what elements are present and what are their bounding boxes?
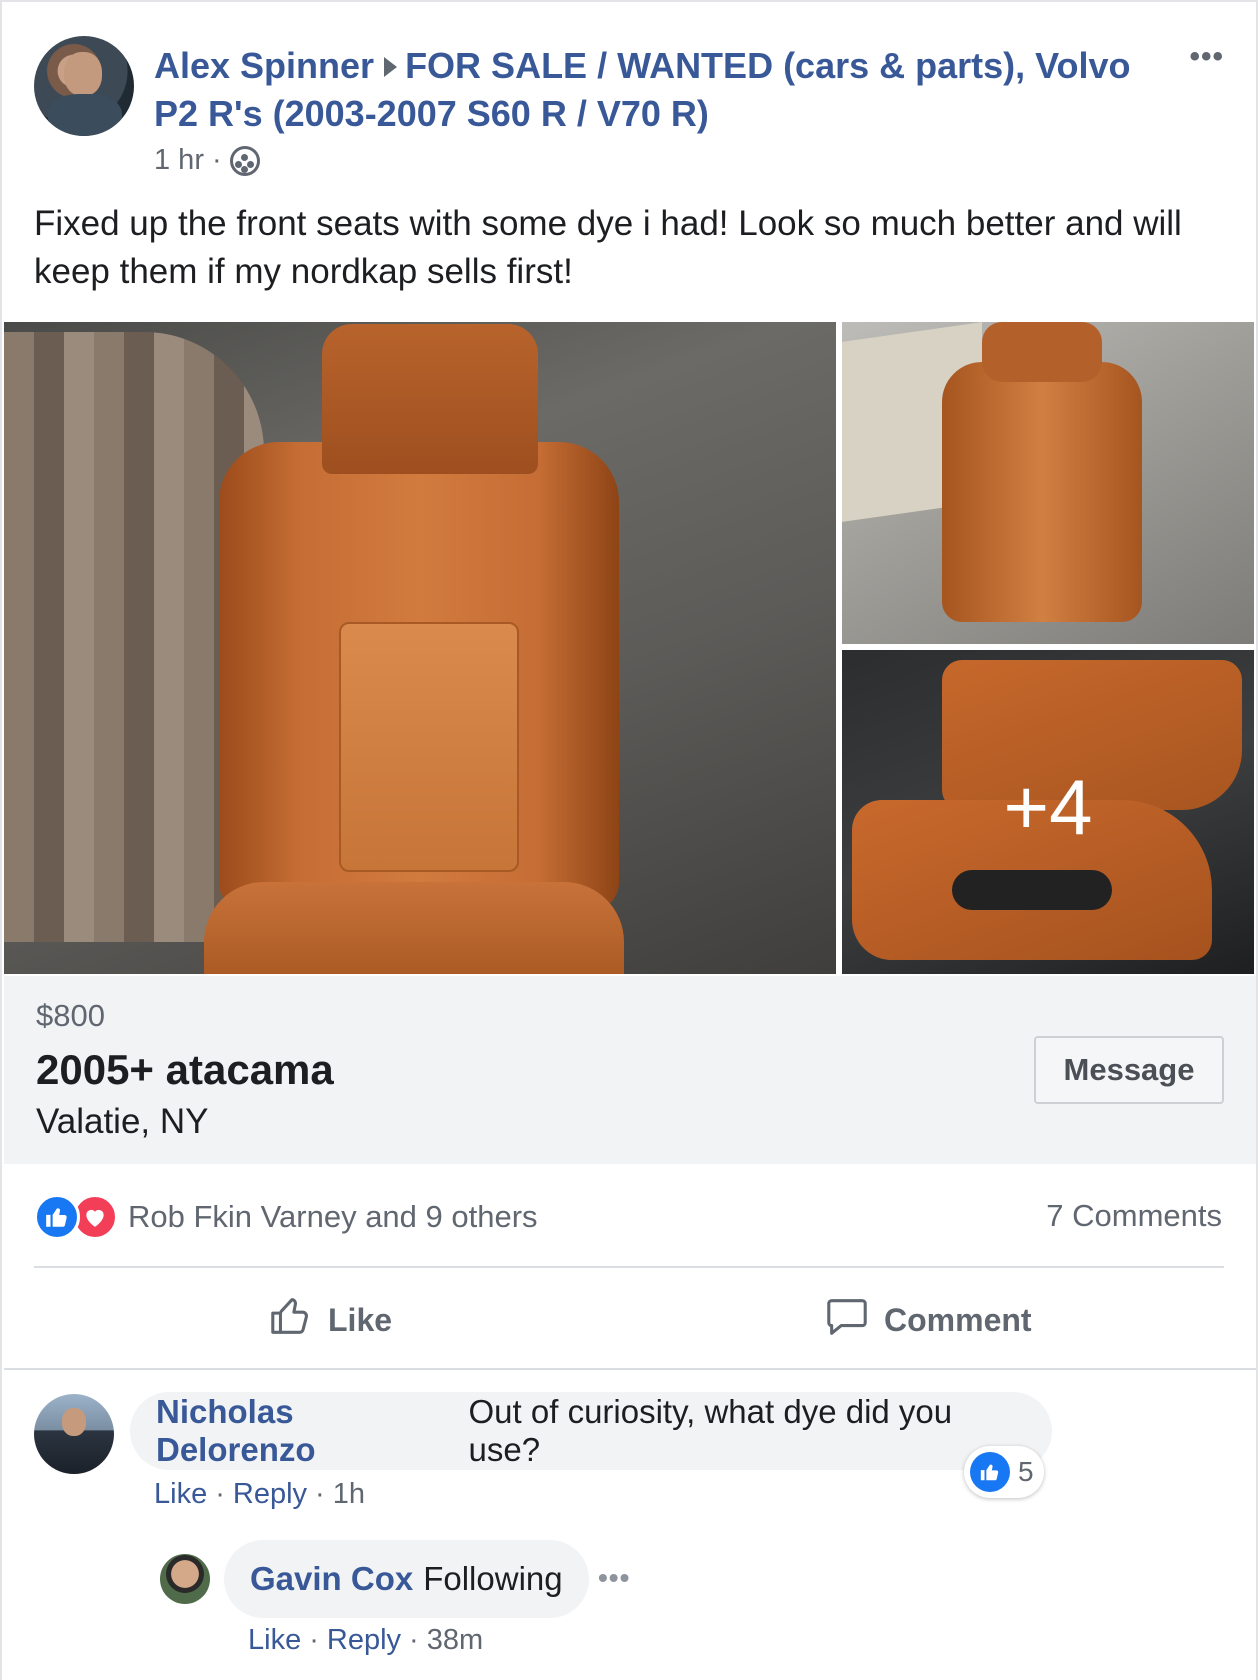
- thumbs-up-icon: [268, 1293, 314, 1347]
- comment-reaction-badge[interactable]: 5: [964, 1446, 1044, 1498]
- separator: ·: [315, 1478, 325, 1510]
- comment-bubble: Nicholas Delorenzo Out of curiosity, wha…: [130, 1392, 1052, 1470]
- commenter-avatar[interactable]: [160, 1554, 210, 1604]
- divider: [34, 1266, 1224, 1268]
- post-photo-3[interactable]: +4: [842, 650, 1254, 974]
- comment-reply-link[interactable]: Reply: [233, 1478, 307, 1511]
- separator: ·: [409, 1624, 419, 1656]
- separator: ·: [215, 1478, 225, 1510]
- author-name-link[interactable]: Alex Spinner: [154, 45, 374, 86]
- commenter-name-link[interactable]: Gavin Cox: [250, 1560, 413, 1598]
- comment-text: Out of curiosity, what dye did you use?: [468, 1393, 953, 1468]
- message-button[interactable]: Message: [1034, 1036, 1224, 1104]
- commenter-avatar[interactable]: [34, 1394, 114, 1474]
- listing-price: $800: [36, 998, 105, 1033]
- reaction-summary[interactable]: Rob Fkin Varney and 9 others: [34, 1194, 538, 1240]
- comment-text: Following: [423, 1560, 563, 1597]
- post-photo-main[interactable]: [4, 322, 836, 974]
- comment-actions: Like · Reply · 1h: [154, 1478, 365, 1511]
- reactors-text[interactable]: Rob Fkin Varney and 9 others: [128, 1199, 538, 1235]
- comment-like-link[interactable]: Like: [154, 1478, 207, 1511]
- post-timestamp[interactable]: 1 hr: [154, 144, 204, 177]
- meta-separator: ·: [211, 144, 222, 176]
- more-options-icon[interactable]: •••: [1189, 40, 1224, 74]
- comment-reply-link[interactable]: Reply: [327, 1624, 401, 1657]
- comment-more-icon[interactable]: •••: [598, 1562, 630, 1594]
- comment-reaction-count: 5: [1018, 1456, 1034, 1487]
- post-header: Alex Spinner FOR SALE / WANTED (cars & pa…: [154, 42, 1154, 138]
- like-reaction-icon: [970, 1452, 1010, 1492]
- commenter-name-link[interactable]: Nicholas Delorenzo: [156, 1393, 459, 1469]
- listing-title[interactable]: 2005+ atacama: [36, 1046, 334, 1094]
- comments-count[interactable]: 7 Comments: [1046, 1198, 1222, 1234]
- comment-actions: Like · Reply · 38m: [248, 1624, 483, 1657]
- post-meta: 1 hr ·: [154, 144, 260, 177]
- like-reaction-icon: [34, 1194, 80, 1240]
- comment-bubble-icon: [824, 1293, 870, 1347]
- author-avatar[interactable]: [34, 36, 134, 136]
- post-card: Alex Spinner FOR SALE / WANTED (cars & pa…: [0, 0, 1258, 1680]
- marketplace-listing: $800 2005+ atacama Valatie, NY Message: [4, 976, 1256, 1164]
- like-button[interactable]: Like: [268, 1290, 392, 1350]
- post-body-text: Fixed up the front seats with some dye i…: [34, 204, 1182, 291]
- group-audience-icon: [229, 145, 260, 176]
- more-photos-count[interactable]: +4: [842, 650, 1254, 974]
- divider: [4, 1368, 1256, 1370]
- comment-time[interactable]: 38m: [427, 1624, 483, 1657]
- comment-button-label: Comment: [884, 1301, 1032, 1338]
- listing-location: Valatie, NY: [36, 1102, 209, 1141]
- post-photo-2[interactable]: [842, 322, 1254, 644]
- comment-time[interactable]: 1h: [333, 1478, 365, 1511]
- like-button-label: Like: [328, 1301, 393, 1338]
- separator: ·: [309, 1624, 319, 1656]
- comment-button[interactable]: Comment: [824, 1290, 1032, 1350]
- caret-right-icon: [384, 57, 398, 78]
- comment-like-link[interactable]: Like: [248, 1624, 301, 1657]
- comment-bubble: Gavin Cox Following: [224, 1540, 589, 1618]
